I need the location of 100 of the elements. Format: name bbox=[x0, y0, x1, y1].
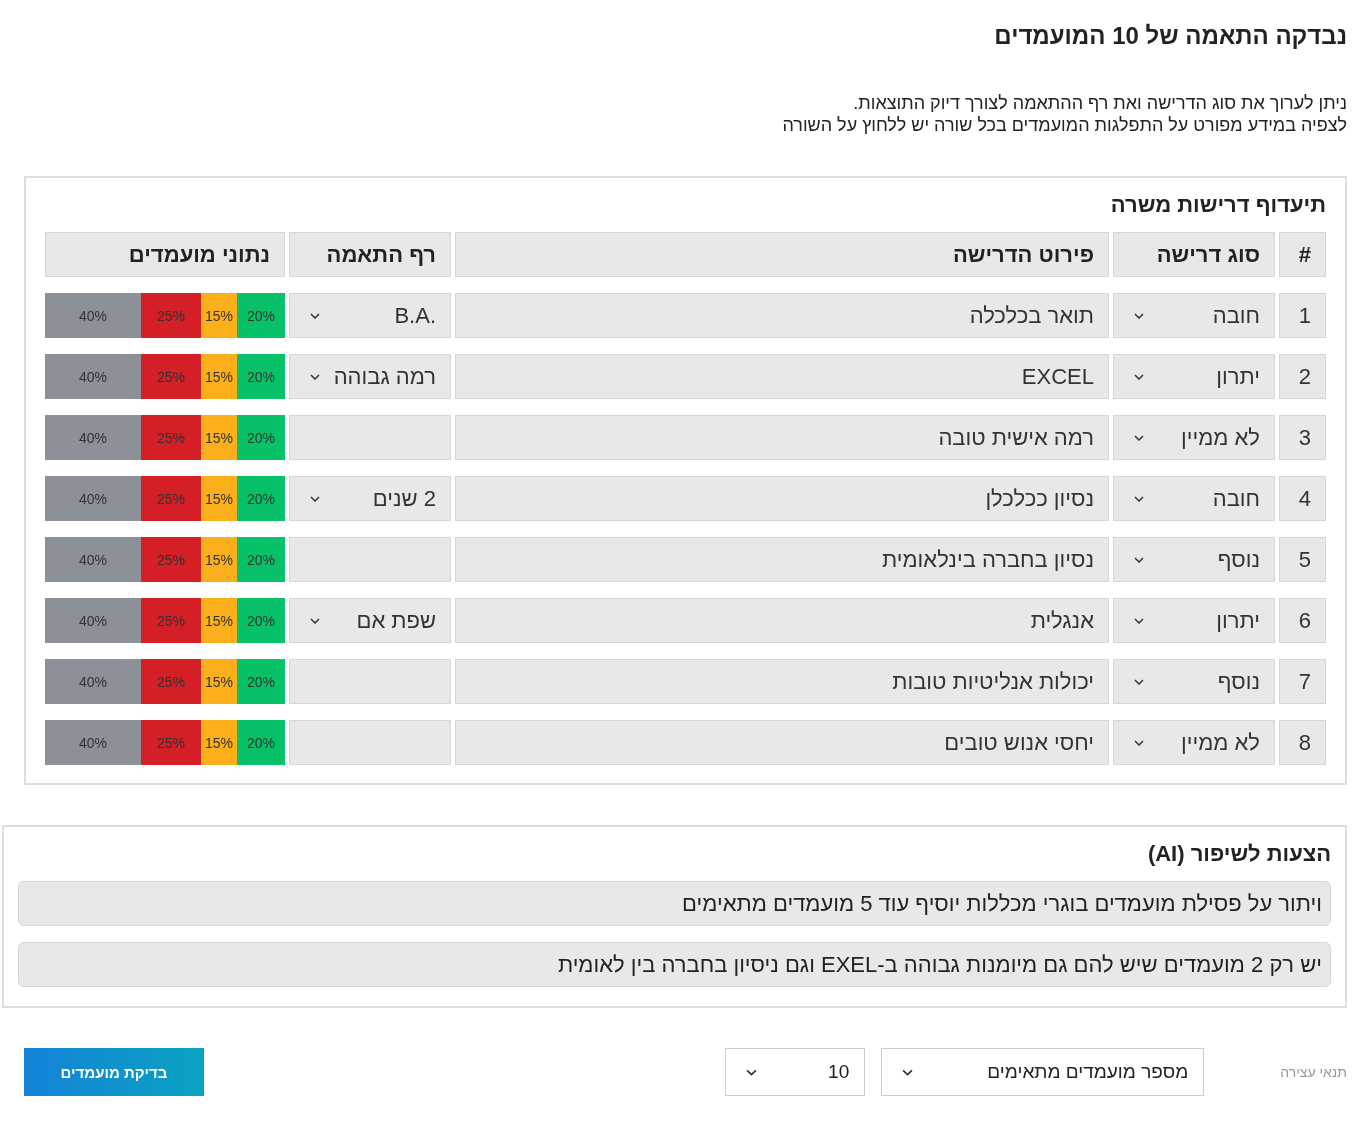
bar-segment[interactable] bbox=[237, 598, 285, 643]
bar-value-label: 15% bbox=[205, 429, 233, 446]
requirement-detail-field[interactable]: נסיון בחברה בינלאומית bbox=[455, 537, 1109, 582]
bar-segment[interactable] bbox=[141, 720, 201, 765]
threshold-field[interactable] bbox=[289, 659, 451, 704]
bar-value-label: 25% bbox=[157, 307, 185, 324]
bar-value-label: 20% bbox=[247, 368, 275, 385]
stop-value-dropdown[interactable]: 10 bbox=[725, 1048, 866, 1096]
bar-segment[interactable] bbox=[237, 476, 285, 521]
card-title: תיעדוף דרישות משרה bbox=[1109, 192, 1326, 218]
chevron-down-icon bbox=[1134, 434, 1144, 441]
bar-segment[interactable] bbox=[237, 720, 285, 765]
stop-condition-dropdown[interactable]: מספר מועמדים מתאימים bbox=[881, 1048, 1205, 1096]
bar-value-label: 40% bbox=[79, 429, 107, 446]
requirement-detail-field[interactable]: תואר בכלכלה bbox=[455, 293, 1109, 338]
bar-segment[interactable] bbox=[141, 537, 201, 582]
requirement-type-dropdown[interactable]: יתרון bbox=[1113, 354, 1275, 399]
chevron-down-icon bbox=[1134, 617, 1144, 624]
requirement-type-dropdown[interactable]: נוסף bbox=[1113, 659, 1275, 704]
requirement-type-dropdown[interactable]: לא ממיין bbox=[1113, 415, 1275, 460]
requirement-detail-field[interactable]: EXCEL bbox=[455, 354, 1109, 399]
bar-segment[interactable] bbox=[201, 720, 237, 765]
bar-value-label: 15% bbox=[205, 734, 233, 751]
bar-segment[interactable] bbox=[141, 293, 201, 338]
requirement-type-dropdown[interactable]: לא ממיין bbox=[1113, 720, 1275, 765]
bar-value-label: 20% bbox=[247, 673, 275, 690]
requirement-type-dropdown[interactable]: נוסף bbox=[1113, 537, 1275, 582]
bar-segment[interactable] bbox=[141, 354, 201, 399]
bar-segment[interactable] bbox=[237, 537, 285, 582]
bar-value-label: 40% bbox=[79, 368, 107, 385]
bar-value-label: 25% bbox=[157, 490, 185, 507]
bar-value-label: 25% bbox=[157, 368, 185, 385]
chevron-down-icon bbox=[310, 373, 320, 380]
bar-segment[interactable] bbox=[201, 537, 237, 582]
intro-text: לצפיה במידע מפורט על התפלגות המועמדים בכל שורה יש ללחוץ על השורה bbox=[781, 114, 1347, 136]
intro-text: ניתן לערוך את סוג הדרישה ואת רף ההתאמה לצורך דיוק התוצאות. bbox=[852, 92, 1347, 114]
requirement-detail-field[interactable]: נסיון ככלכלן bbox=[455, 476, 1109, 521]
row-number: 7 bbox=[1279, 659, 1326, 704]
chevron-down-icon bbox=[1134, 556, 1144, 563]
row-number: 8 bbox=[1279, 720, 1326, 765]
bar-segment[interactable] bbox=[141, 659, 201, 704]
bar-segment[interactable] bbox=[141, 415, 201, 460]
chevron-down-icon bbox=[1134, 373, 1144, 380]
bar-value-label: 40% bbox=[79, 673, 107, 690]
bar-segment[interactable] bbox=[201, 293, 237, 338]
bar-value-label: 15% bbox=[205, 307, 233, 324]
bar-value-label: 20% bbox=[247, 612, 275, 629]
check-candidates-button[interactable]: בדיקת מועמדים bbox=[24, 1048, 204, 1096]
bar-value-label: 20% bbox=[247, 307, 275, 324]
bar-value-label: 20% bbox=[247, 429, 275, 446]
bar-value-label: 20% bbox=[247, 734, 275, 751]
bar-segment[interactable] bbox=[237, 659, 285, 704]
chevron-down-icon bbox=[1134, 312, 1144, 319]
bar-value-label: 25% bbox=[157, 734, 185, 751]
requirement-detail-field[interactable]: אנגלית bbox=[455, 598, 1109, 643]
chevron-down-icon bbox=[746, 1068, 758, 1076]
bar-value-label: 15% bbox=[205, 673, 233, 690]
column-header: רף התאמה bbox=[289, 232, 451, 277]
requirement-type-dropdown[interactable]: חובה bbox=[1113, 476, 1275, 521]
requirement-detail-field[interactable]: יחסי אנוש טובים bbox=[455, 720, 1109, 765]
threshold-field[interactable] bbox=[289, 720, 451, 765]
suggestion-item: ויתור על פסילת מועמדים בוגרי מכללות יוסיף עוד 5 מועמדים מתאימים bbox=[18, 881, 1331, 926]
chevron-down-icon bbox=[1134, 678, 1144, 685]
bar-segment[interactable] bbox=[201, 476, 237, 521]
bar-segment[interactable] bbox=[237, 354, 285, 399]
threshold-dropdown[interactable]: 2 שנים bbox=[289, 476, 451, 521]
requirement-type-dropdown[interactable]: יתרון bbox=[1113, 598, 1275, 643]
bar-value-label: 40% bbox=[79, 734, 107, 751]
threshold-dropdown[interactable]: B.A. bbox=[289, 293, 451, 338]
bar-segment[interactable] bbox=[141, 476, 201, 521]
bar-value-label: 25% bbox=[157, 429, 185, 446]
bar-value-label: 25% bbox=[157, 612, 185, 629]
bar-value-label: 15% bbox=[205, 612, 233, 629]
bar-segment[interactable] bbox=[201, 354, 237, 399]
column-header: נתוני מועמדים bbox=[45, 232, 285, 277]
requirement-type-dropdown[interactable]: חובה bbox=[1113, 293, 1275, 338]
requirement-detail-field[interactable]: יכולות אנליטיות טובות bbox=[455, 659, 1109, 704]
row-number: 2 bbox=[1279, 354, 1326, 399]
threshold-field[interactable] bbox=[289, 537, 451, 582]
threshold-field[interactable] bbox=[289, 415, 451, 460]
bar-segment[interactable] bbox=[201, 659, 237, 704]
bar-segment[interactable] bbox=[201, 598, 237, 643]
row-number: 5 bbox=[1279, 537, 1326, 582]
chevron-down-icon bbox=[310, 617, 320, 624]
row-number: 3 bbox=[1279, 415, 1326, 460]
bar-value-label: 15% bbox=[205, 490, 233, 507]
chevron-down-icon bbox=[1134, 495, 1144, 502]
bar-value-label: 40% bbox=[79, 307, 107, 324]
bar-segment[interactable] bbox=[237, 415, 285, 460]
bar-value-label: 40% bbox=[79, 490, 107, 507]
threshold-dropdown[interactable]: רמה גבוהה bbox=[289, 354, 451, 399]
bar-segment[interactable] bbox=[201, 415, 237, 460]
bar-value-label: 20% bbox=[247, 490, 275, 507]
bar-segment[interactable] bbox=[141, 598, 201, 643]
bar-segment[interactable] bbox=[237, 293, 285, 338]
threshold-dropdown[interactable]: שפת אם bbox=[289, 598, 451, 643]
bar-value-label: 25% bbox=[157, 551, 185, 568]
requirement-detail-field[interactable]: רמה אישית טובה bbox=[455, 415, 1109, 460]
column-header: פירוט הדרישה bbox=[455, 232, 1109, 277]
bar-value-label: 40% bbox=[79, 551, 107, 568]
